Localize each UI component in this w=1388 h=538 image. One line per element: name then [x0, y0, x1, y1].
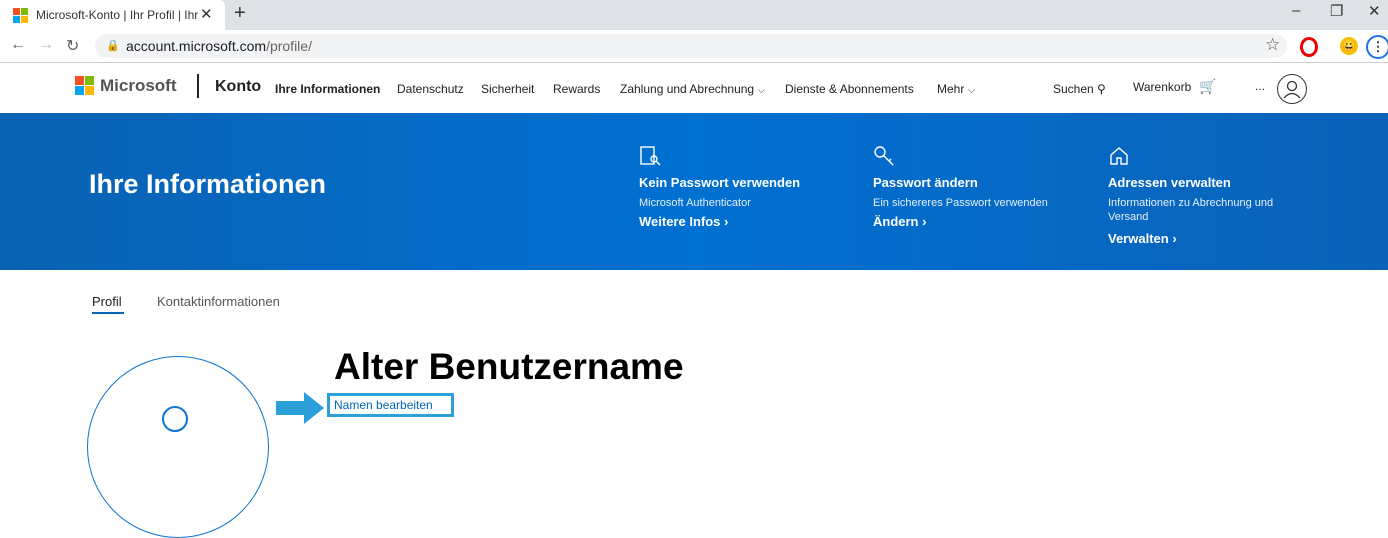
- tab-title: Microsoft-Konto | Ihr Profil | Ihre: [36, 8, 198, 22]
- tab-close-icon[interactable]: ✕: [200, 5, 213, 23]
- chevron-right-icon: ›: [922, 214, 927, 229]
- header-divider: [197, 74, 199, 98]
- key-icon: [873, 145, 895, 172]
- tab-profil[interactable]: Profil: [92, 294, 122, 309]
- forward-icon[interactable]: →: [38, 36, 54, 54]
- page-title: Ihre Informationen: [89, 169, 327, 199]
- home-icon: [1108, 145, 1130, 172]
- person-icon: [162, 406, 188, 432]
- microsoft-logo-icon[interactable]: [75, 76, 95, 96]
- tab-kontaktinformationen[interactable]: Kontaktinformationen: [157, 294, 280, 309]
- konto-label[interactable]: Konto: [215, 78, 261, 96]
- account-avatar-icon[interactable]: [1277, 74, 1307, 104]
- card-passwordless-subtitle: Microsoft Authenticator: [639, 197, 751, 209]
- card-password-title: Passwort ändern: [873, 175, 978, 190]
- nav-datenschutz[interactable]: Datenschutz: [397, 82, 464, 96]
- active-tab-indicator: [92, 312, 124, 314]
- profile-picture[interactable]: [87, 356, 269, 538]
- browser-menu-icon[interactable]: ⋮: [1366, 35, 1388, 59]
- chevron-right-icon: ›: [1172, 231, 1177, 246]
- window-close-icon[interactable]: ✕: [1368, 2, 1381, 20]
- nav-sicherheit[interactable]: Sicherheit: [481, 82, 534, 96]
- microsoft-logo-text[interactable]: Microsoft: [100, 76, 177, 96]
- nav-mehr[interactable]: Mehr ⌵: [937, 82, 975, 96]
- chevron-right-icon: ›: [724, 214, 729, 229]
- passwordless-icon: [639, 145, 661, 172]
- card-passwordless-title: Kein Passwort verwenden: [639, 175, 801, 190]
- edit-name-link[interactable]: Namen bearbeiten: [334, 398, 433, 412]
- arrow-right-icon: [276, 392, 326, 429]
- opera-extension-icon[interactable]: [1300, 37, 1318, 57]
- card-password-subtitle: Ein sichereres Passwort verwenden: [873, 197, 1048, 209]
- back-icon[interactable]: ←: [10, 36, 26, 54]
- card-password-link[interactable]: Ändern ›: [873, 214, 926, 229]
- new-tab-icon[interactable]: +: [234, 2, 246, 25]
- nav-ihre-informationen[interactable]: Ihre Informationen: [275, 82, 380, 96]
- search-icon: ⚲: [1097, 82, 1106, 96]
- more-dots[interactable]: ...: [1255, 79, 1265, 93]
- card-address-subtitle: Informationen zu Abrechnung und Versand: [1108, 197, 1274, 223]
- lock-icon: 🔒: [106, 40, 120, 52]
- search-button[interactable]: Suchen ⚲: [1053, 82, 1106, 96]
- emoji-extension-icon[interactable]: 😀: [1340, 37, 1358, 55]
- card-passwordless-link[interactable]: Weitere Infos ›: [639, 214, 728, 229]
- bookmark-star-icon[interactable]: ☆: [1265, 35, 1280, 55]
- nav-dienste[interactable]: Dienste & Abonnements: [785, 82, 914, 96]
- minimize-icon[interactable]: –: [1292, 2, 1300, 19]
- reload-icon[interactable]: ↻: [66, 36, 79, 56]
- profile-name: Alter Benutzername: [334, 346, 684, 387]
- cart-icon[interactable]: 🛒: [1199, 78, 1216, 95]
- card-address-link[interactable]: Verwalten ›: [1108, 231, 1177, 246]
- microsoft-favicon-icon: [13, 8, 28, 23]
- browser-tab[interactable]: Microsoft-Konto | Ihr Profil | Ihre ✕: [0, 0, 225, 30]
- cart-button[interactable]: Warenkorb: [1133, 80, 1191, 94]
- chevron-down-icon: ⌵: [967, 85, 976, 96]
- nav-zahlung[interactable]: Zahlung und Abrechnung ⌵: [620, 82, 765, 96]
- restore-icon[interactable]: ❐: [1330, 2, 1343, 20]
- chevron-down-icon: ⌵: [757, 85, 766, 96]
- nav-rewards[interactable]: Rewards: [553, 82, 600, 96]
- card-address-title: Adressen verwalten: [1108, 175, 1231, 190]
- url-text[interactable]: account.microsoft.com/profile/: [126, 38, 312, 54]
